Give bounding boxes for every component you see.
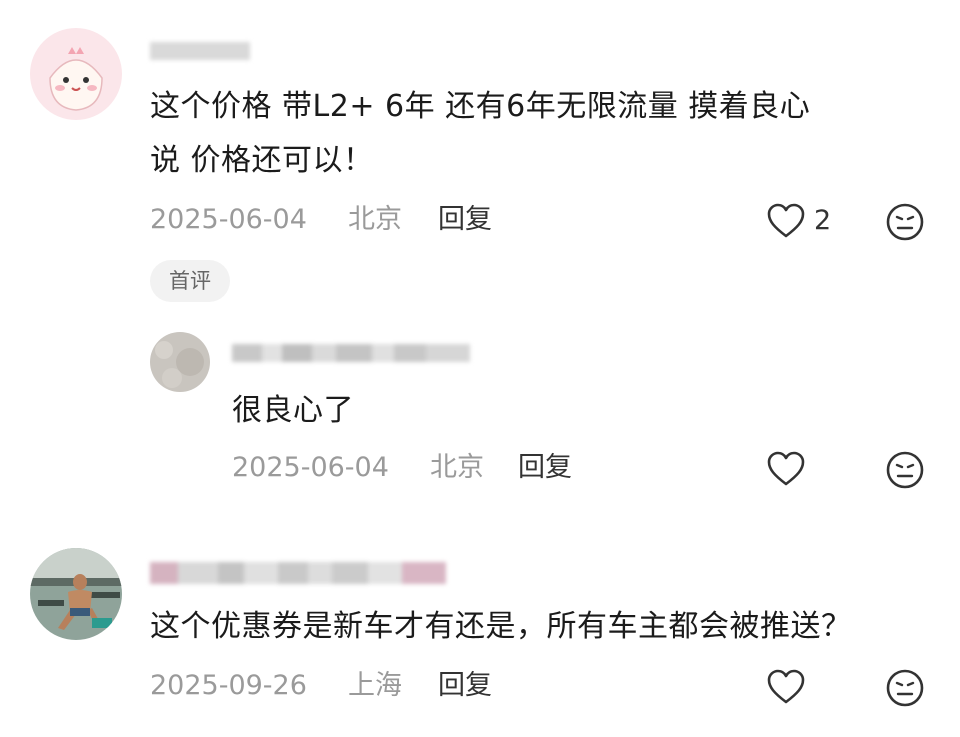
heart-outline-icon[interactable] — [766, 450, 806, 488]
username-blurred[interactable] — [232, 344, 470, 362]
username-blurred[interactable] — [150, 42, 250, 60]
avatar[interactable] — [30, 28, 122, 120]
comment-date: 2025-06-04 — [150, 204, 307, 235]
meh-face-icon[interactable] — [885, 450, 925, 490]
gray-texture-avatar — [150, 332, 210, 392]
reply-location: 北京 — [430, 452, 484, 483]
cartoon-pink-avatar — [30, 28, 122, 120]
username-blurred[interactable] — [150, 562, 446, 584]
heart-outline-icon[interactable] — [766, 668, 806, 706]
comment-text: 这个优惠券是新车才有还是，所有车主都会被推送？ — [150, 609, 852, 644]
reply-button[interactable]: 回复 — [438, 669, 492, 703]
avatar[interactable] — [30, 548, 122, 640]
comment-text: 这个价格 带L2+ 6年 还有6年无限流量 摸着良心 — [150, 89, 811, 124]
comment-text-continued: 说 价格还可以！ — [150, 143, 374, 178]
heart-outline-icon[interactable] — [766, 202, 806, 240]
comment-location: 北京 — [348, 204, 402, 235]
first-comment-badge: 首评 — [150, 260, 230, 302]
comment-location: 上海 — [348, 670, 402, 701]
gym-photo-avatar — [30, 548, 122, 640]
reply-button[interactable]: 回复 — [518, 451, 572, 485]
meh-face-icon[interactable] — [885, 202, 925, 242]
reply-text: 很良心了 — [232, 393, 354, 428]
reply-button[interactable]: 回复 — [438, 203, 492, 237]
like-count: 2 — [814, 205, 832, 236]
avatar[interactable] — [150, 332, 210, 392]
meh-face-icon[interactable] — [885, 668, 925, 708]
reply-date: 2025-06-04 — [232, 452, 389, 483]
comment-date: 2025-09-26 — [150, 670, 307, 701]
